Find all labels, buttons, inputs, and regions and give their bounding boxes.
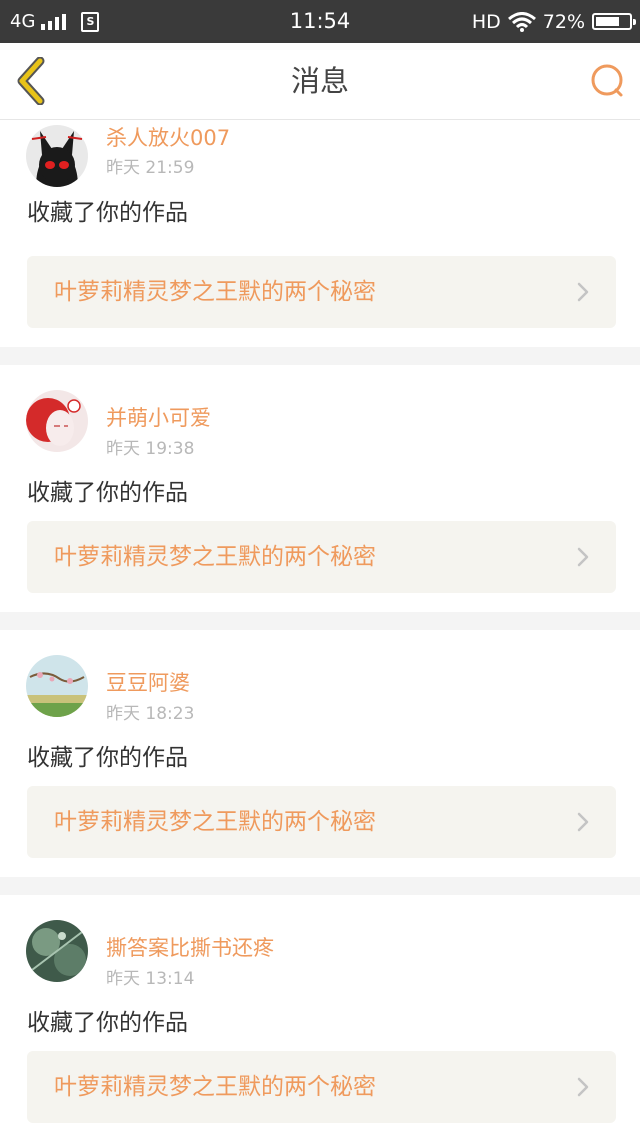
- timestamp: 昨天 13:14: [106, 969, 195, 989]
- chevron-right-icon: [577, 282, 589, 302]
- hd-label: HD: [471, 10, 501, 33]
- message-card: 豆豆阿婆 昨天 18:23 收藏了你的作品 叶萝莉精灵梦之王默的两个秘密: [0, 630, 640, 877]
- search-button[interactable]: [590, 63, 626, 99]
- message-card: 杀人放火007 昨天 21:59 收藏了你的作品 叶萝莉精灵梦之王默的两个秘密: [0, 120, 640, 347]
- message-card: 并萌小可爱 昨天 19:38 收藏了你的作品 叶萝莉精灵梦之王默的两个秘密: [0, 365, 640, 612]
- avatar[interactable]: [26, 390, 88, 452]
- divider: [0, 877, 640, 895]
- page-title: 消息: [290, 64, 349, 98]
- work-link[interactable]: 叶萝莉精灵梦之王默的两个秘密: [27, 521, 616, 593]
- divider: [0, 347, 640, 365]
- action-text: 收藏了你的作品: [27, 480, 188, 506]
- username[interactable]: 杀人放火007: [106, 122, 230, 152]
- action-text: 收藏了你的作品: [27, 745, 188, 771]
- search-icon: [591, 64, 623, 97]
- avatar[interactable]: [26, 125, 88, 187]
- work-title: 叶萝莉精灵梦之王默的两个秘密: [54, 809, 376, 835]
- nav-bar: 消息: [0, 43, 640, 120]
- work-link[interactable]: 叶萝莉精灵梦之王默的两个秘密: [27, 256, 616, 328]
- status-right: HD 72%: [471, 0, 636, 43]
- status-bar: 4G S 11:54 HD 72%: [0, 0, 640, 43]
- timestamp: 昨天 21:59: [106, 158, 195, 178]
- avatar[interactable]: [26, 655, 88, 717]
- work-link[interactable]: 叶萝莉精灵梦之王默的两个秘密: [27, 786, 616, 858]
- username[interactable]: 豆豆阿婆: [106, 667, 190, 697]
- timestamp: 昨天 19:38: [106, 439, 195, 459]
- message-card: 撕答案比撕书还疼 昨天 13:14 收藏了你的作品 叶萝莉精灵梦之王默的两个秘密: [0, 895, 640, 1133]
- username[interactable]: 撕答案比撕书还疼: [106, 932, 274, 962]
- message-list[interactable]: 杀人放火007 昨天 21:59 收藏了你的作品 叶萝莉精灵梦之王默的两个秘密 …: [0, 120, 640, 1133]
- wifi-icon: [507, 11, 536, 32]
- chevron-right-icon: [577, 547, 589, 567]
- work-title: 叶萝莉精灵梦之王默的两个秘密: [54, 279, 376, 305]
- work-title: 叶萝莉精灵梦之王默的两个秘密: [54, 1074, 376, 1100]
- action-text: 收藏了你的作品: [27, 1010, 188, 1036]
- work-title: 叶萝莉精灵梦之王默的两个秘密: [54, 544, 376, 570]
- divider: [0, 612, 640, 630]
- chevron-right-icon: [577, 1077, 589, 1097]
- battery-fill: [596, 17, 620, 26]
- action-text: 收藏了你的作品: [27, 200, 188, 226]
- battery-icon: [592, 13, 636, 30]
- chevron-right-icon: [577, 812, 589, 832]
- avatar[interactable]: [26, 920, 88, 982]
- username[interactable]: 并萌小可爱: [106, 402, 211, 432]
- battery-percent: 72%: [542, 10, 585, 33]
- timestamp: 昨天 18:23: [106, 704, 195, 724]
- work-link[interactable]: 叶萝莉精灵梦之王默的两个秘密: [27, 1051, 616, 1123]
